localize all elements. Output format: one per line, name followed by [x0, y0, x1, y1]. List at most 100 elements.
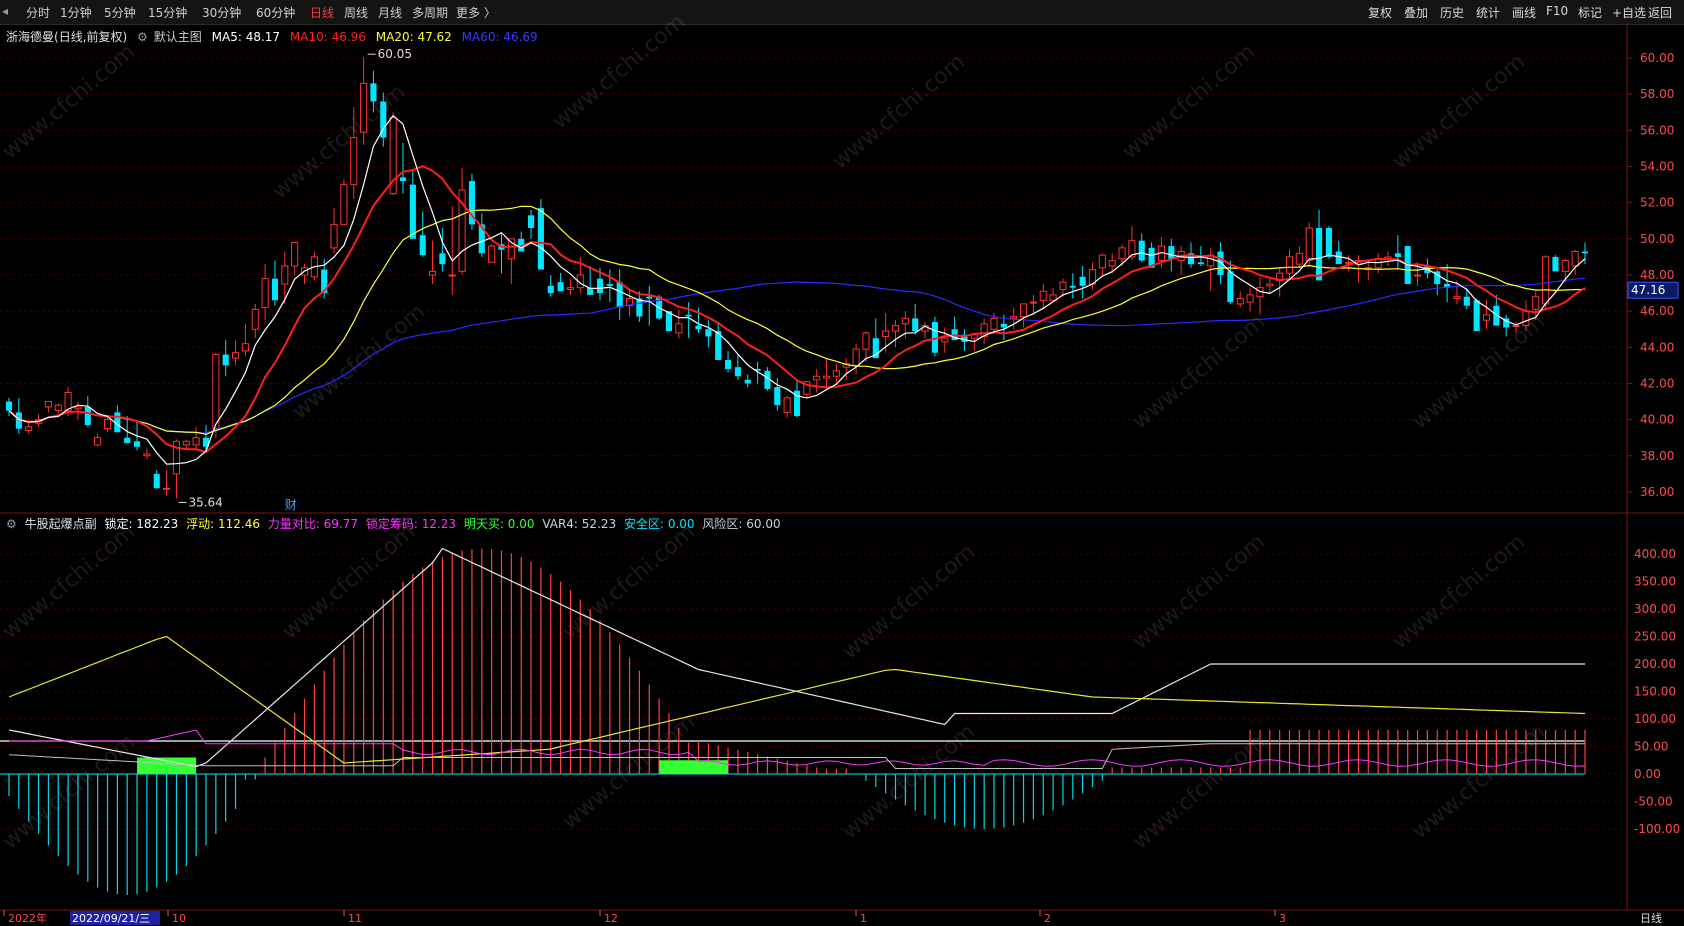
sub-y-tick-label: -50.00: [1634, 795, 1673, 809]
watermark-text: www.cfchi.com: [548, 9, 690, 134]
x-tick-label: 3: [1279, 912, 1286, 925]
candle-body: [636, 298, 643, 317]
candle-body: [448, 274, 456, 277]
x-tick-label: 11: [348, 912, 362, 925]
candle-body: [1069, 285, 1076, 288]
candle-body: [685, 314, 692, 317]
candle-body: [1335, 251, 1342, 265]
y-tick-label: 38.00: [1640, 449, 1674, 463]
watermark-text: www.cfchi.com: [0, 39, 140, 164]
candle-body: [1453, 296, 1461, 300]
candle-body: [1522, 310, 1530, 327]
candle-body: [399, 177, 407, 181]
x-tick-label: 2: [1044, 912, 1051, 925]
candle-body: [133, 441, 141, 447]
candle-body: [5, 401, 13, 411]
candle-body: [409, 184, 416, 239]
y-tick-label: 56.00: [1640, 123, 1674, 137]
sub-y-tick-label: 200.00: [1634, 657, 1676, 671]
candle-body: [1315, 228, 1323, 281]
candle-body: [852, 348, 860, 366]
candle-body: [370, 83, 377, 102]
y-tick-label: 58.00: [1640, 87, 1674, 101]
candle-body: [646, 296, 653, 299]
last-price: 47.16: [1631, 283, 1665, 297]
x-tick-label: 1: [860, 912, 867, 925]
candle-body: [1059, 281, 1067, 290]
watermark-text: www.cfchi.com: [1128, 729, 1270, 854]
y-tick-label: 52.00: [1640, 196, 1674, 210]
y-tick-label: 40.00: [1640, 413, 1674, 427]
candle-body: [1295, 252, 1303, 265]
candle-body: [1227, 271, 1234, 303]
sub-y-tick-label: 250.00: [1634, 630, 1676, 644]
candle-body: [192, 437, 200, 446]
candle-body: [1029, 301, 1037, 304]
sub-y-tick-label: -100.00: [1634, 822, 1680, 836]
candle-body: [25, 426, 33, 431]
watermark-text: www.cfchi.com: [278, 519, 420, 644]
candle-body: [1285, 256, 1294, 274]
candle-body: [1000, 323, 1007, 328]
candle-body: [84, 406, 91, 426]
candle-body: [1512, 325, 1520, 328]
candle-body: [695, 325, 702, 330]
candle-body: [1561, 260, 1569, 272]
candle-body: [291, 241, 299, 267]
histogram: [8, 548, 1586, 895]
candle-body: [124, 437, 131, 444]
y-tick-label: 44.00: [1640, 340, 1674, 354]
candle-body: [1413, 274, 1422, 277]
candle-body: [724, 359, 732, 369]
candle-body: [813, 375, 821, 381]
candle-body: [1532, 296, 1540, 310]
candle-body: [901, 317, 909, 325]
candle-body: [783, 397, 791, 413]
candle-body: [616, 282, 623, 308]
candle-body: [1482, 314, 1491, 321]
watermark-text: www.cfchi.com: [1128, 309, 1270, 434]
low-mark: 35.64: [188, 495, 222, 509]
candle-body: [1098, 254, 1106, 269]
x-tick-label: 12: [604, 912, 618, 925]
candle-body: [891, 325, 900, 332]
candle-body: [428, 270, 437, 276]
y-tick-label: 36.00: [1640, 485, 1674, 499]
watermark-text: www.cfchi.com: [1128, 529, 1270, 654]
candle-body: [1049, 294, 1057, 301]
candle-body: [143, 453, 151, 457]
sub-y-tick-label: 100.00: [1634, 712, 1676, 726]
candle-body: [182, 440, 190, 446]
candle-body: [774, 387, 781, 406]
candle-body: [547, 285, 554, 294]
candle-body: [350, 137, 358, 186]
candle-body: [1581, 251, 1589, 254]
candle-body: [271, 278, 279, 301]
x-tick-label: 10: [172, 912, 186, 925]
candle-body: [1217, 251, 1224, 275]
candle-body: [882, 330, 890, 337]
candle-body: [1305, 227, 1313, 262]
y-tick-label: 54.00: [1640, 160, 1674, 174]
watermark-text: www.cfchi.com: [0, 729, 140, 854]
watermark-text: www.cfchi.com: [1388, 49, 1530, 174]
candle-body: [74, 406, 82, 410]
candle-body: [1542, 256, 1550, 305]
watermark-text: www.cfchi.com: [1408, 719, 1550, 844]
watermark-text: www.cfchi.com: [558, 519, 700, 644]
candle-body: [675, 323, 683, 334]
candle-body: [606, 284, 613, 286]
sub-y-tick-label: 150.00: [1634, 685, 1676, 699]
candle-body: [990, 317, 998, 330]
candle-body: [941, 337, 949, 343]
candle-body: [360, 82, 368, 133]
chart-canvas[interactable]: 60.00 58.00 56.00 54.00 52.00 50.00 48.00 46.00…: [0, 0, 1684, 926]
candle-body: [537, 208, 544, 270]
watermark-text: www.cfchi.com: [828, 49, 970, 174]
candle-body: [1197, 262, 1204, 265]
sub-y-tick-label: 50.00: [1634, 740, 1668, 754]
candle-body: [1079, 276, 1086, 286]
x-tick-label: 2022年: [8, 911, 47, 925]
candle-body: [1138, 240, 1145, 261]
date-cursor-label: 2022/09/21/三: [72, 912, 150, 925]
